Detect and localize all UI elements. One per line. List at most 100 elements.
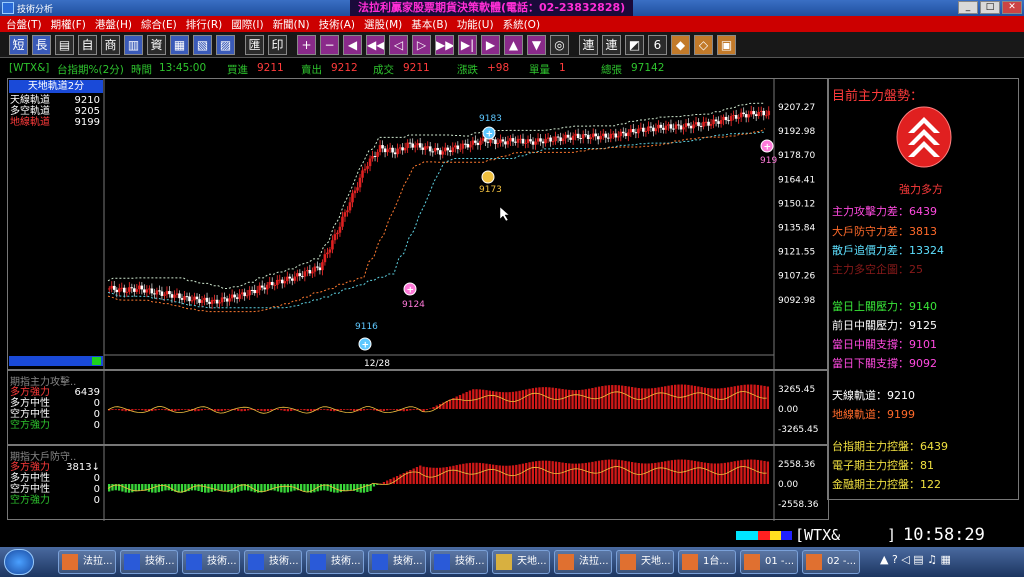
histogram-bar bbox=[733, 461, 736, 484]
taskbar-item[interactable]: 天地... bbox=[616, 550, 674, 574]
taskbar-label: 技術... bbox=[269, 556, 299, 567]
list-icon[interactable]: ▤ bbox=[55, 35, 74, 55]
plus-icon[interactable]: + bbox=[297, 35, 316, 55]
candle-body bbox=[265, 284, 269, 290]
report-icon[interactable]: ▨ bbox=[216, 35, 235, 55]
taskbar-item[interactable]: 02 -... bbox=[802, 550, 860, 574]
attack-indicator-panel[interactable]: 期指主力攻擊.. 多方強力 6439 多方中性 0 空方中性 0 空方強力 0 3265.45… bbox=[7, 370, 829, 446]
menu-item[interactable]: 選股(M) bbox=[364, 17, 402, 32]
histogram-bar bbox=[392, 477, 395, 484]
menu-item[interactable]: 綜合(E) bbox=[141, 17, 177, 32]
candle-body bbox=[451, 147, 455, 152]
menu-item[interactable]: 系統(O) bbox=[503, 17, 540, 32]
self-icon[interactable]: 自 bbox=[78, 35, 97, 55]
histogram-bar bbox=[740, 385, 743, 409]
histogram-bar bbox=[561, 462, 564, 484]
histogram-bar bbox=[508, 392, 511, 409]
candle-body bbox=[536, 138, 540, 142]
histogram-bar bbox=[227, 409, 230, 410]
short-icon[interactable]: 短 bbox=[9, 35, 28, 55]
up-icon[interactable]: ▲ bbox=[504, 35, 523, 55]
left-icon[interactable]: ◀ bbox=[343, 35, 362, 55]
histogram-bar bbox=[422, 409, 425, 412]
commodity-icon[interactable]: 商 bbox=[101, 35, 120, 55]
link-icon[interactable]: 連 bbox=[579, 35, 598, 55]
candle-body bbox=[576, 133, 580, 139]
taskbar-item[interactable]: 技術... bbox=[306, 550, 364, 574]
close-button[interactable]: ✕ bbox=[1002, 1, 1022, 14]
candle-body bbox=[514, 141, 517, 143]
taskbar-item[interactable]: 技術... bbox=[182, 550, 240, 574]
forward-icon[interactable]: ▶▶ bbox=[435, 35, 454, 55]
diamond2-icon[interactable]: ◇ bbox=[694, 35, 713, 55]
taskbar-label: 技術... bbox=[331, 556, 361, 567]
menu-item[interactable]: 排行(R) bbox=[186, 17, 223, 32]
sheet-icon[interactable]: ▧ bbox=[193, 35, 212, 55]
maximize-button[interactable]: □ bbox=[980, 1, 1000, 14]
exchange-icon[interactable]: 匯 bbox=[245, 35, 264, 55]
window-icon[interactable]: ◩ bbox=[625, 35, 644, 55]
histogram-bar bbox=[472, 462, 475, 484]
candle-body bbox=[168, 291, 171, 295]
target-icon[interactable]: ◎ bbox=[550, 35, 569, 55]
down-icon[interactable]: ▼ bbox=[527, 35, 546, 55]
menu-item[interactable]: 港盤(H) bbox=[95, 17, 132, 32]
diamond-icon[interactable]: ◆ bbox=[671, 35, 690, 55]
histogram-bar bbox=[339, 409, 343, 411]
histogram-bar bbox=[339, 484, 343, 493]
link2-icon[interactable]: 連 bbox=[602, 35, 621, 55]
menu-item[interactable]: 新聞(N) bbox=[273, 17, 310, 32]
main-chart-panel[interactable]: 天地軌道2分 天線軌道 9210 多空軌道 9205 地線軌道 9199 9207.27 9… bbox=[7, 78, 829, 371]
histogram-bar bbox=[654, 462, 657, 484]
taskbar-item[interactable]: 技術... bbox=[430, 550, 488, 574]
histogram-bar bbox=[611, 385, 614, 409]
next-icon[interactable]: ▷ bbox=[412, 35, 431, 55]
rewind-icon[interactable]: ◀◀ bbox=[366, 35, 385, 55]
candle-body bbox=[652, 127, 655, 132]
quote-info-bar: [WTX&] 台指期%(2分) 時間 13:45:00 買進 9211 賣出 9… bbox=[9, 62, 1019, 76]
taskbar-item[interactable]: 技術... bbox=[244, 550, 302, 574]
minimize-button[interactable]: _ bbox=[958, 1, 978, 14]
start-button[interactable] bbox=[4, 549, 34, 575]
table-icon[interactable]: ▦ bbox=[170, 35, 189, 55]
candle-body bbox=[534, 141, 537, 145]
end-icon[interactable]: ▶| bbox=[458, 35, 477, 55]
prev-icon[interactable]: ◁ bbox=[389, 35, 408, 55]
taskbar-item[interactable]: 技術... bbox=[368, 550, 426, 574]
menu-item[interactable]: 技術(A) bbox=[319, 17, 355, 32]
histogram-bar bbox=[280, 409, 283, 411]
histogram-bar bbox=[690, 385, 693, 409]
menu-item[interactable]: 基本(B) bbox=[411, 17, 447, 32]
windows-taskbar: 法拉... 技術... 技術... 技術... 技術... 技術... 技術... 天地...… bbox=[0, 547, 1024, 577]
taskbar-item[interactable]: 天地... bbox=[492, 550, 550, 574]
taskbar-item[interactable]: 技術... bbox=[120, 550, 178, 574]
candle-body bbox=[742, 112, 745, 115]
minus-icon[interactable]: − bbox=[320, 35, 339, 55]
menu-item[interactable]: 國際(I) bbox=[231, 17, 263, 32]
menu-item[interactable]: 期權(F) bbox=[51, 17, 86, 32]
print-icon[interactable]: 印 bbox=[268, 35, 287, 55]
menu-item[interactable]: 台盤(T) bbox=[6, 17, 42, 32]
histogram-bar bbox=[197, 484, 200, 492]
taskbar-item[interactable]: 01 -... bbox=[740, 550, 798, 574]
title-bar: 技術分析 法拉利贏家股票期貨決策軟體(電話：02-23832828) _ □ ✕ bbox=[0, 0, 1024, 16]
histogram-bar bbox=[134, 484, 137, 492]
taskbar-item[interactable]: 法拉... bbox=[58, 550, 116, 574]
histogram-bar bbox=[141, 484, 144, 491]
data-icon[interactable]: 資 bbox=[147, 35, 166, 55]
defense-indicator-panel[interactable]: 期指大戶防守.. 多方強力 3813↓ 多方中性 0 空方中性 0 空方強力 0 2558.3… bbox=[7, 445, 829, 521]
marker-label: 9124 bbox=[402, 300, 425, 310]
box-icon[interactable]: ▣ bbox=[717, 35, 736, 55]
menu-item[interactable]: 功能(U) bbox=[457, 17, 494, 32]
candle-body bbox=[291, 278, 294, 281]
symbol-code: [WTX&] bbox=[9, 62, 50, 74]
grid-icon[interactable]: ▥ bbox=[124, 35, 143, 55]
histogram-bar bbox=[478, 462, 482, 484]
candle-body bbox=[180, 298, 184, 300]
six-icon[interactable]: 6 bbox=[648, 35, 667, 55]
right-icon[interactable]: ▶ bbox=[481, 35, 500, 55]
long-icon[interactable]: 長 bbox=[32, 35, 51, 55]
histogram-bar bbox=[349, 484, 352, 491]
taskbar-item[interactable]: 法拉... bbox=[554, 550, 612, 574]
taskbar-item[interactable]: 1台... bbox=[678, 550, 736, 574]
